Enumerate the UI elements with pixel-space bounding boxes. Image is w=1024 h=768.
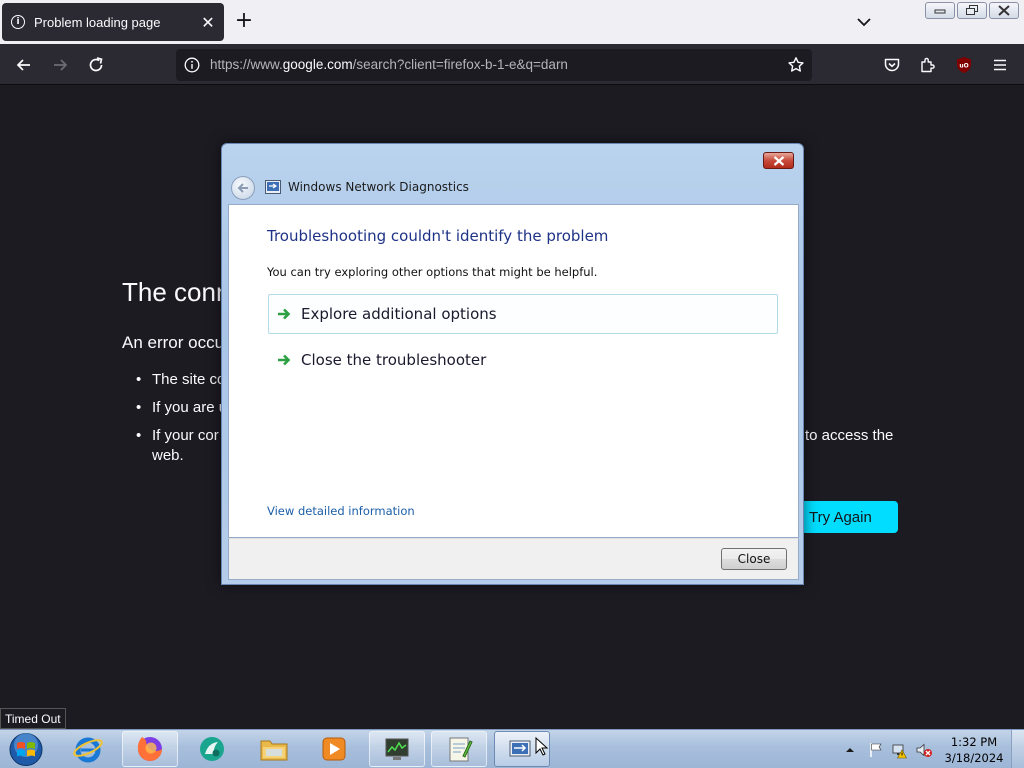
suggestion-text-wrap: web. xyxy=(152,447,184,464)
dialog-close-button[interactable] xyxy=(763,152,794,169)
error-title: The conn xyxy=(122,277,231,307)
firefox-icon xyxy=(137,737,162,761)
close-button[interactable]: Close xyxy=(721,548,787,570)
mouse-cursor-icon xyxy=(535,737,549,756)
taskbar-task-manager[interactable] xyxy=(369,731,425,767)
taskbar-clock[interactable]: 1:32 PM 3/18/2024 xyxy=(938,734,1010,766)
dialog-body: Troubleshooting couldn't identify the pr… xyxy=(228,204,799,538)
site-info-icon[interactable] xyxy=(184,57,200,73)
network-diagnostics-icon xyxy=(509,740,531,757)
arrow-left-icon xyxy=(16,59,30,71)
arrow-left-icon xyxy=(237,183,248,193)
taskbar-notepad-app[interactable] xyxy=(431,731,487,767)
tab-strip: i Problem loading page ✕ + xyxy=(0,0,1024,44)
minimize-icon xyxy=(934,9,946,13)
dialog-footer: Close xyxy=(228,538,799,580)
timed-out-tooltip: Timed Out xyxy=(0,708,66,729)
notepad-pencil-icon xyxy=(449,737,473,762)
monitor-chart-icon xyxy=(385,738,409,760)
taskbar-network-diagnostics[interactable] xyxy=(494,731,550,767)
action-center-flag-icon[interactable] xyxy=(867,741,885,759)
info-icon: i xyxy=(11,15,25,29)
close-icon xyxy=(998,5,1010,16)
close-troubleshooter-link[interactable]: Close the troubleshooter xyxy=(268,340,778,380)
clock-time: 1:32 PM xyxy=(950,735,998,749)
minimize-button[interactable] xyxy=(925,2,955,19)
try-again-label: Try Again xyxy=(809,508,872,526)
taskbar-app-bubble[interactable] xyxy=(184,731,240,767)
reload-icon xyxy=(89,57,103,72)
windows-start-orb-icon xyxy=(9,733,43,766)
error-subtitle: An error occu xyxy=(122,333,225,352)
extensions-button[interactable] xyxy=(915,52,941,78)
option-label: Close the troubleshooter xyxy=(301,351,487,369)
hamburger-menu-icon xyxy=(994,59,1006,71)
puzzle-icon xyxy=(921,57,935,73)
network-diagnostics-icon xyxy=(265,180,281,194)
clock-date: 3/18/2024 xyxy=(944,751,1004,765)
taskbar: 1:32 PM 3/18/2024 xyxy=(0,729,1024,768)
browser-tab[interactable]: i Problem loading page ✕ xyxy=(2,3,224,41)
url-domain: google.com xyxy=(282,57,353,72)
suggestion-text-tail: to access the xyxy=(805,427,894,444)
suggestion-text: The site cc xyxy=(152,371,225,388)
list-all-tabs-button[interactable] xyxy=(852,10,876,34)
network-warning-icon[interactable] xyxy=(891,741,909,759)
url-text: https://www.google.com/search?client=fir… xyxy=(210,57,568,72)
list-item: The site cc xyxy=(136,371,225,388)
dialog-window-title: Windows Network Diagnostics xyxy=(288,180,469,194)
reload-button[interactable] xyxy=(83,52,109,78)
suggestion-text: If you are u xyxy=(152,399,228,416)
try-again-button[interactable]: Try Again xyxy=(798,501,898,533)
arrow-right-icon xyxy=(54,59,68,71)
taskbar-media-player[interactable] xyxy=(306,731,362,767)
bookmark-star-icon[interactable] xyxy=(787,56,805,74)
media-player-icon xyxy=(322,737,346,761)
close-window-button[interactable] xyxy=(989,2,1019,19)
tab-title: Problem loading page xyxy=(34,14,161,30)
list-item: If you are u xyxy=(136,399,228,416)
close-tab-icon[interactable]: ✕ xyxy=(198,12,218,32)
svg-text:uO: uO xyxy=(959,63,968,70)
dialog-description: You can try exploring other options that… xyxy=(267,265,598,279)
option-label: Explore additional options xyxy=(301,305,497,323)
navigation-toolbar: https://www.google.com/search?client=fir… xyxy=(0,44,1024,85)
internet-explorer-icon xyxy=(73,737,103,763)
pocket-button[interactable] xyxy=(879,52,905,78)
restore-icon xyxy=(966,5,978,15)
pocket-icon xyxy=(884,58,900,72)
taskbar-windows-explorer[interactable] xyxy=(246,731,302,767)
back-button[interactable] xyxy=(11,52,37,78)
ublock-shield-icon: uO xyxy=(957,57,971,73)
new-tab-button[interactable]: + xyxy=(232,10,256,34)
system-tray xyxy=(843,730,933,768)
close-icon xyxy=(773,155,784,166)
ublock-origin-button[interactable]: uO xyxy=(951,52,977,78)
green-arrow-icon xyxy=(278,354,291,366)
address-bar[interactable]: https://www.google.com/search?client=fir… xyxy=(176,49,812,81)
network-diagnostics-dialog: Windows Network Diagnostics Troubleshoot… xyxy=(221,143,804,585)
show-hidden-icons-icon[interactable] xyxy=(843,743,857,757)
url-prefix: https://www. xyxy=(210,57,283,72)
suggestion-text: If your cor xyxy=(152,427,219,444)
window-controls xyxy=(925,2,1019,19)
folder-icon xyxy=(260,740,288,761)
app-menu-button[interactable] xyxy=(987,52,1013,78)
green-arrow-icon xyxy=(278,308,291,320)
taskbar-firefox[interactable] xyxy=(122,731,178,767)
start-button[interactable] xyxy=(6,731,46,768)
list-item: If your cor xyxy=(136,427,219,444)
volume-muted-icon[interactable] xyxy=(915,741,933,759)
chevron-down-icon xyxy=(857,18,871,27)
explore-additional-options-link[interactable]: Explore additional options xyxy=(268,294,778,334)
url-suffix: /search?client=firefox-b-1-e&q=darn xyxy=(352,57,568,72)
dialog-back-button[interactable] xyxy=(231,176,255,200)
dialog-heading: Troubleshooting couldn't identify the pr… xyxy=(267,227,609,245)
teal-bubble-app-icon xyxy=(200,737,224,761)
forward-button[interactable] xyxy=(47,52,73,78)
restore-button[interactable] xyxy=(957,2,987,19)
show-desktop-button[interactable] xyxy=(1011,730,1024,768)
taskbar-internet-explorer[interactable] xyxy=(60,731,116,767)
view-detailed-information-link[interactable]: View detailed information xyxy=(267,504,415,518)
